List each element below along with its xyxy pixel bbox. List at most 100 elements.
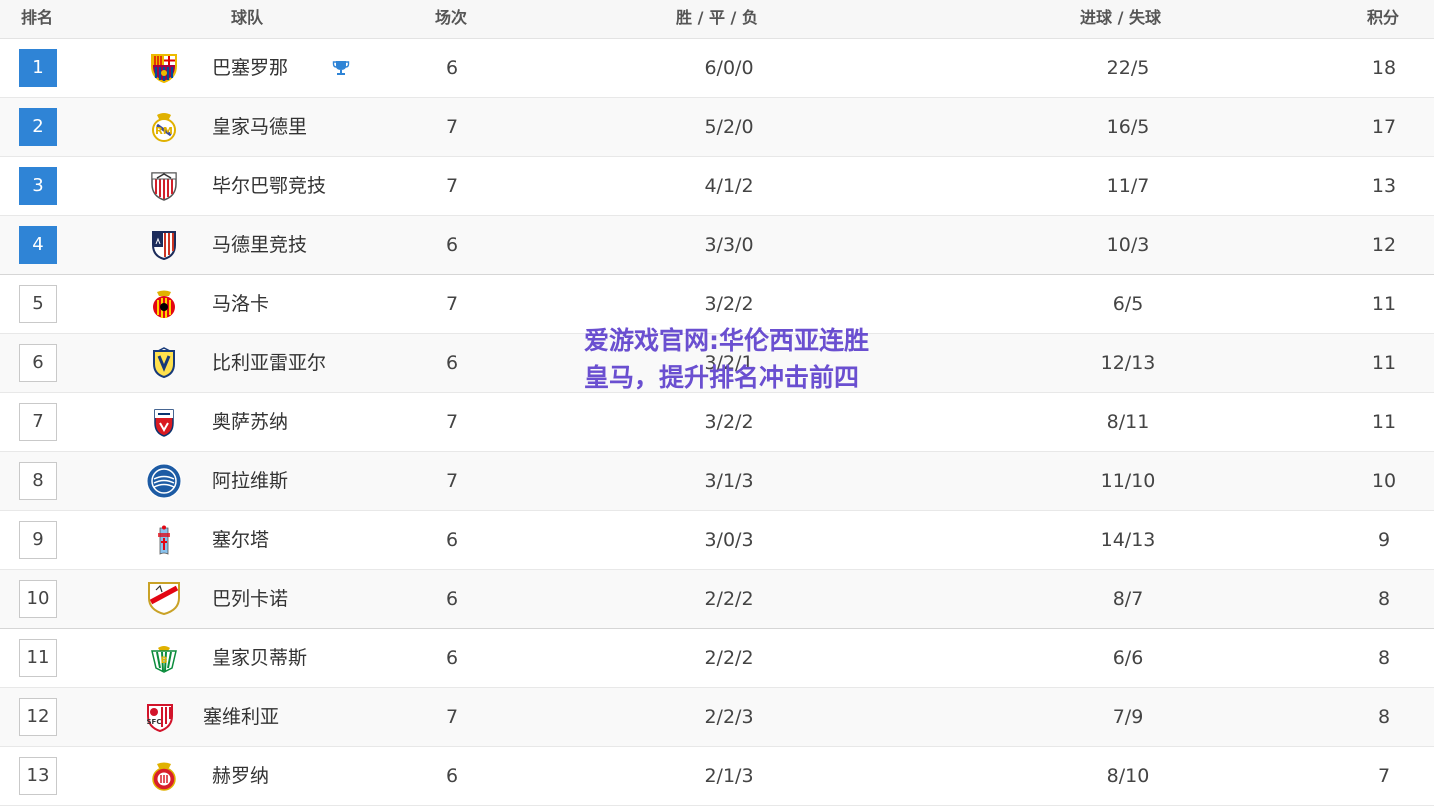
team-name[interactable]: 马德里竞技	[212, 216, 307, 274]
header-played: 场次	[435, 8, 468, 27]
points-cell: 8	[1377, 706, 1391, 728]
played-cell: 7	[445, 175, 459, 197]
played-cell: 7	[445, 116, 459, 138]
table-row[interactable]: 12 SFC 塞维利亚 7 2/2/3 7/9 8	[0, 688, 1434, 747]
goals-cell: 7/9	[1112, 706, 1144, 728]
alaves-crest-icon	[145, 462, 183, 500]
standings-table: 排名 球队 场次 胜 / 平 / 负 进球 / 失球 积分 1 巴塞罗那 6 6…	[0, 0, 1434, 806]
wdl-cell: 3/2/2	[704, 411, 754, 433]
table-row[interactable]: 7 奥萨苏纳 7 3/2/2 8/11 11	[0, 393, 1434, 452]
girona-crest-icon	[148, 760, 180, 792]
played-cell: 6	[445, 234, 459, 256]
goals-cell: 22/5	[1106, 57, 1150, 79]
team-name[interactable]: 巴列卡诺	[212, 570, 288, 628]
played-cell: 7	[445, 470, 459, 492]
team-name[interactable]: 比利亚雷亚尔	[212, 334, 326, 392]
points-cell: 13	[1371, 175, 1397, 197]
atletico-madrid-crest-icon	[148, 229, 180, 261]
goals-cell: 8/10	[1106, 765, 1150, 787]
goals-cell: 11/7	[1106, 175, 1150, 197]
rayo-vallecano-crest-icon	[146, 580, 182, 616]
played-cell: 7	[445, 411, 459, 433]
team-name[interactable]: 阿拉维斯	[212, 452, 288, 510]
points-cell: 11	[1371, 411, 1397, 433]
team-name[interactable]: 塞尔塔	[212, 511, 269, 569]
header-rank: 排名	[21, 8, 54, 27]
rank-badge: 8	[19, 462, 57, 500]
osasuna-crest-icon	[148, 406, 180, 438]
wdl-cell: 2/1/3	[704, 765, 754, 787]
wdl-cell: 3/0/3	[704, 529, 754, 551]
table-row[interactable]: 13 赫罗纳 6 2/1/3 8/10 7	[0, 747, 1434, 806]
real-betis-crest-icon: B	[148, 642, 180, 674]
wdl-cell: 3/3/0	[704, 234, 754, 256]
goals-cell: 10/3	[1106, 234, 1150, 256]
played-cell: 7	[445, 706, 459, 728]
points-cell: 8	[1377, 588, 1391, 610]
team-name[interactable]: 毕尔巴鄂竞技	[212, 157, 326, 215]
header-points: 积分	[1367, 8, 1400, 27]
rank-badge: 7	[19, 403, 57, 441]
svg-text:RM: RM	[155, 126, 173, 137]
goals-cell: 12/13	[1100, 352, 1156, 374]
wdl-cell: 2/2/3	[704, 706, 754, 728]
athletic-bilbao-crest-icon	[148, 170, 180, 202]
points-cell: 9	[1377, 529, 1391, 551]
header-wdl: 胜 / 平 / 负	[676, 8, 758, 27]
points-cell: 17	[1371, 116, 1397, 138]
rank-badge: 12	[19, 698, 57, 736]
played-cell: 6	[445, 588, 459, 610]
table-row[interactable]: 8 阿拉维斯 7 3/1/3 11/10 10	[0, 452, 1434, 511]
wdl-cell: 2/2/2	[704, 588, 754, 610]
team-name[interactable]: 奥萨苏纳	[212, 393, 288, 451]
table-header: 排名 球队 场次 胜 / 平 / 负 进球 / 失球 积分	[0, 0, 1434, 39]
points-cell: 18	[1371, 57, 1397, 79]
trophy-icon	[332, 59, 350, 77]
team-name[interactable]: 马洛卡	[212, 275, 269, 333]
villarreal-crest-icon	[148, 347, 180, 379]
points-cell: 11	[1371, 352, 1397, 374]
goals-cell: 16/5	[1106, 116, 1150, 138]
rank-badge: 3	[19, 167, 57, 205]
wdl-cell: 2/2/2	[704, 647, 754, 669]
barcelona-crest-icon	[148, 52, 180, 84]
table-row[interactable]: 2 RM 皇家马德里 7 5/2/0 16/5 17	[0, 98, 1434, 157]
rank-badge: 6	[19, 344, 57, 382]
table-row[interactable]: 1 巴塞罗那 6 6/0/0 22/5 18	[0, 39, 1434, 98]
team-name[interactable]: 巴塞罗那	[212, 39, 288, 97]
goals-cell: 8/7	[1112, 588, 1144, 610]
rank-badge: 2	[19, 108, 57, 146]
played-cell: 6	[445, 352, 459, 374]
rank-badge: 1	[19, 49, 57, 87]
points-cell: 10	[1371, 470, 1397, 492]
table-row[interactable]: 3 毕尔巴鄂竞技 7 4/1/2 11/7 13	[0, 157, 1434, 216]
svg-text:B: B	[161, 656, 168, 666]
team-name[interactable]: 皇家马德里	[212, 98, 307, 156]
team-name[interactable]: 赫罗纳	[212, 747, 269, 805]
played-cell: 6	[445, 57, 459, 79]
goals-cell: 14/13	[1100, 529, 1156, 551]
played-cell: 6	[445, 765, 459, 787]
team-name[interactable]: 皇家贝蒂斯	[212, 629, 307, 687]
played-cell: 6	[445, 647, 459, 669]
points-cell: 7	[1377, 765, 1391, 787]
rank-badge: 4	[19, 226, 57, 264]
played-cell: 7	[445, 293, 459, 315]
celta-crest-icon	[148, 524, 180, 556]
points-cell: 11	[1371, 293, 1397, 315]
table-row[interactable]: 11 B 皇家贝蒂斯 6 2/2/2 6/6 8	[0, 629, 1434, 688]
wdl-cell: 6/0/0	[704, 57, 754, 79]
goals-cell: 6/6	[1112, 647, 1144, 669]
table-row[interactable]: 9 塞尔塔 6 3/0/3 14/13 9	[0, 511, 1434, 570]
rank-badge: 10	[19, 580, 57, 618]
team-name[interactable]: 塞维利亚	[203, 688, 279, 746]
table-row[interactable]: 4 马德里竞技 6 3/3/0 10/3 12	[0, 216, 1434, 275]
played-cell: 6	[445, 529, 459, 551]
rank-badge: 5	[19, 285, 57, 323]
svg-text:SFC: SFC	[147, 718, 162, 726]
table-row[interactable]: 10 巴列卡诺 6 2/2/2 8/7 8	[0, 570, 1434, 629]
goals-cell: 6/5	[1112, 293, 1144, 315]
points-cell: 8	[1377, 647, 1391, 669]
wdl-cell: 4/1/2	[704, 175, 754, 197]
header-goals: 进球 / 失球	[1080, 8, 1161, 27]
